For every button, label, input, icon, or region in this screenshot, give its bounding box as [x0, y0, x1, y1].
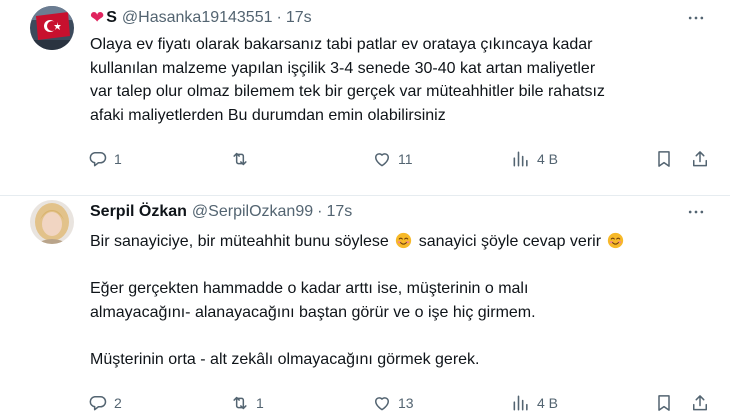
- reply-button[interactable]: 1: [88, 147, 122, 171]
- views-button[interactable]: 4 B: [511, 147, 558, 171]
- share-button[interactable]: [690, 147, 710, 171]
- repost-icon: [233, 396, 247, 410]
- separator-dot: ·: [276, 9, 282, 26]
- repost-button[interactable]: [230, 147, 256, 171]
- bookmark-icon: [658, 395, 670, 411]
- like-icon: [375, 153, 389, 167]
- tweet-text-line: var talep olur olmaz bilemem tek bir ger…: [90, 83, 605, 101]
- tweet-serpil[interactable]: Serpil Özkan @SerpilOzkan99 · 17s Bir sa…: [0, 196, 730, 420]
- reply-icon: [89, 152, 107, 167]
- tweet-hasanka[interactable]: ❤ S @Hasanka19143551 · 17s Olaya ev fiya…: [0, 0, 730, 196]
- like-icon: [375, 397, 389, 411]
- views-button[interactable]: 4 B: [511, 391, 558, 415]
- more-icon[interactable]: [684, 8, 708, 28]
- timestamp[interactable]: 17s: [286, 9, 312, 27]
- repost-button[interactable]: 1: [230, 391, 264, 415]
- tweet-text-line: Müşterinin orta - alt zekâlı olmayacağın…: [90, 350, 480, 368]
- smiling-face-emoji-icon: [396, 232, 412, 249]
- like-count: 11: [398, 151, 413, 167]
- user-handle[interactable]: @Hasanka19143551: [122, 9, 273, 27]
- like-button[interactable]: 11: [372, 147, 413, 171]
- views-count: 4 B: [537, 395, 559, 411]
- tweet-text: Olaya ev fiyatı olarak bakarsanız tabi p…: [90, 33, 720, 127]
- views-icon: [513, 395, 528, 411]
- reply-count: 2: [114, 395, 122, 411]
- display-name[interactable]: ❤ S: [90, 8, 117, 28]
- share-icon: [693, 395, 707, 411]
- tweet-header: Serpil Özkan @SerpilOzkan99 · 17s: [90, 202, 352, 222]
- tweet-text-line: kullanılan malzeme yapılan işçilik 3-4 s…: [90, 59, 596, 77]
- more-icon[interactable]: [684, 202, 708, 222]
- repost-count: 1: [256, 395, 264, 411]
- views-count: 4 B: [537, 151, 559, 167]
- separator-dot: ·: [317, 203, 323, 220]
- timestamp[interactable]: 17s: [326, 203, 352, 221]
- views-icon: [513, 151, 528, 167]
- tweet-text-line: Eğer gerçekten hammadde o kadar arttı is…: [90, 280, 529, 298]
- reply-button[interactable]: 2: [88, 391, 122, 415]
- display-name[interactable]: Serpil Özkan: [90, 203, 187, 221]
- tweet-text-line: afaki maliyetlerden Bu durumdan emin ola…: [90, 106, 446, 124]
- like-button[interactable]: 13: [372, 391, 414, 415]
- user-handle[interactable]: @SerpilOzkan99: [192, 203, 313, 221]
- action-bar: 2 1 13 4 B: [88, 391, 708, 415]
- tweet-text: Bir sanayiciye, bir müteahhit bunu söyle…: [90, 230, 720, 372]
- bookmark-button[interactable]: [654, 147, 674, 171]
- tweet-text-line: almayacağını- alanayacağını baştan görür…: [90, 303, 536, 321]
- like-count: 13: [398, 395, 414, 411]
- reply-count: 1: [114, 151, 122, 167]
- smiling-face-emoji-icon: [608, 232, 624, 249]
- share-button[interactable]: [690, 391, 710, 415]
- action-bar: 1 11 4 B: [88, 147, 708, 171]
- tweet-text-line: Olaya ev fiyatı olarak bakarsanız tabi p…: [90, 36, 593, 53]
- tweet-header: ❤ S @Hasanka19143551 · 17s: [90, 8, 312, 28]
- repost-icon: [233, 152, 247, 166]
- heart-emoji-icon: ❤: [90, 8, 105, 27]
- bookmark-button[interactable]: [654, 391, 674, 415]
- avatar[interactable]: [30, 200, 74, 244]
- tweet-text-line: Bir sanayiciye, bir müteahhit bunu söyle…: [90, 230, 720, 254]
- bookmark-icon: [658, 151, 670, 167]
- reply-icon: [89, 396, 107, 411]
- share-icon: [693, 151, 707, 167]
- avatar[interactable]: [30, 6, 74, 50]
